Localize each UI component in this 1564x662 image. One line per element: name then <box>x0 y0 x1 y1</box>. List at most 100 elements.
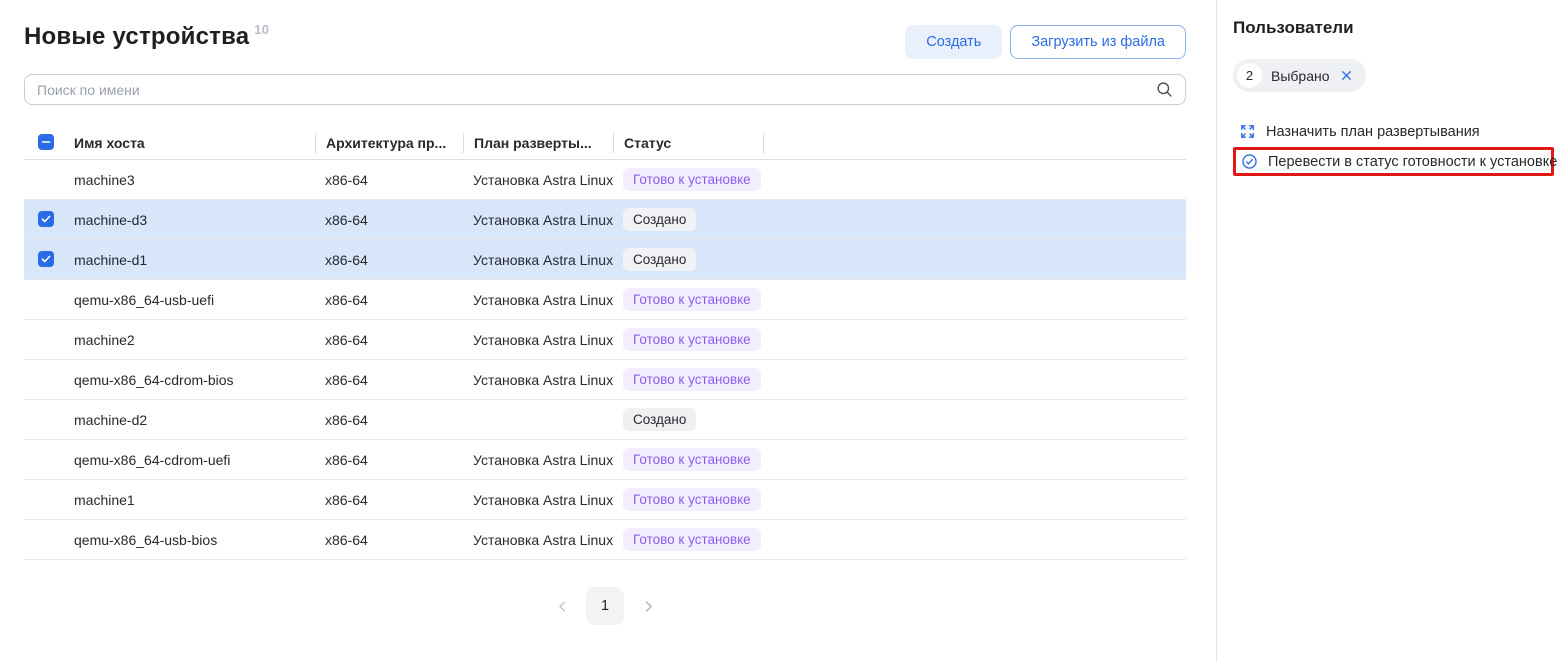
host-name-cell: qemu-x86_64-usb-bios <box>64 532 315 548</box>
page-title-text: Новые устройства <box>24 23 249 50</box>
column-header-host[interactable]: Имя хоста <box>64 135 315 151</box>
devices-table: Имя хоста Архитектура пр... План разверт… <box>24 126 1186 560</box>
host-name-cell: qemu-x86_64-cdrom-bios <box>64 372 315 388</box>
search-input[interactable] <box>24 74 1186 105</box>
host-name-cell: machine-d3 <box>64 212 315 228</box>
status-badge: Готово к установке <box>623 448 761 471</box>
deployment-plan-cell: Установка Astra Linux <box>463 212 613 228</box>
search-icon[interactable] <box>1155 80 1174 99</box>
selection-chip: 2 Выбрано <box>1233 59 1366 92</box>
status-cell: Готово к установке <box>613 368 763 391</box>
select-all-checkbox[interactable] <box>38 134 54 150</box>
page-number-button[interactable]: 1 <box>586 587 624 625</box>
actions-list: Назначить план развертывания Перевести в… <box>1233 118 1552 176</box>
create-button[interactable]: Создать <box>905 25 1002 59</box>
deployment-plan-cell: Установка Astra Linux <box>463 372 613 388</box>
host-name-cell: qemu-x86_64-cdrom-uefi <box>64 452 315 468</box>
check-circle-icon <box>1241 153 1258 170</box>
sidebar-action-label: Перевести в статус готовности к установк… <box>1268 154 1557 170</box>
column-header-status[interactable]: Статус <box>613 133 763 153</box>
column-header-filler <box>763 133 1186 153</box>
column-header-architecture[interactable]: Архитектура пр... <box>315 133 463 153</box>
deployment-plan-cell: Установка Astra Linux <box>463 492 613 508</box>
clear-selection-icon[interactable] <box>1339 68 1354 83</box>
deployment-plan-cell: Установка Astra Linux <box>463 452 613 468</box>
row-checkbox[interactable] <box>38 251 54 267</box>
status-badge: Готово к установке <box>623 288 761 311</box>
table-row[interactable]: qemu-x86_64-cdrom-bios x86-64 Установка … <box>24 360 1186 400</box>
upload-from-file-button[interactable]: Загрузить из файла <box>1010 25 1186 59</box>
architecture-cell: x86-64 <box>315 252 463 268</box>
status-cell: Создано <box>613 408 763 431</box>
architecture-cell: x86-64 <box>315 172 463 188</box>
row-checkbox-cell <box>24 411 64 428</box>
table-row[interactable]: machine2 x86-64 Установка Astra Linux Го… <box>24 320 1186 360</box>
architecture-cell: x86-64 <box>315 372 463 388</box>
selection-label: Выбрано <box>1271 68 1330 84</box>
main-content: Новые устройства 10 Создать Загрузить из … <box>0 0 1217 662</box>
row-checkbox-cell <box>24 451 64 468</box>
table-header: Имя хоста Архитектура пр... План разверт… <box>24 126 1186 160</box>
row-checkbox[interactable] <box>38 211 54 227</box>
search-bar <box>24 74 1186 105</box>
status-cell: Готово к установке <box>613 328 763 351</box>
app-window: Новые устройства 10 Создать Загрузить из … <box>0 0 1564 662</box>
deployment-plan-cell: Установка Astra Linux <box>463 172 613 188</box>
architecture-cell: x86-64 <box>315 492 463 508</box>
sidebar-action[interactable]: Перевести в статус готовности к установк… <box>1233 147 1554 176</box>
architecture-cell: x86-64 <box>315 452 463 468</box>
sidebar-action-label: Назначить план развертывания <box>1266 124 1480 140</box>
deployment-plan-cell: Установка Astra Linux <box>463 252 613 268</box>
table-row[interactable]: machine-d3 x86-64 Установка Astra Linux … <box>24 200 1186 240</box>
table-row[interactable]: qemu-x86_64-cdrom-uefi x86-64 Установка … <box>24 440 1186 480</box>
row-checkbox-cell <box>24 531 64 548</box>
status-cell: Готово к установке <box>613 288 763 311</box>
row-checkbox-cell <box>24 331 64 348</box>
sidebar-title: Пользователи <box>1233 18 1552 38</box>
architecture-cell: x86-64 <box>315 212 463 228</box>
table-row[interactable]: machine-d1 x86-64 Установка Astra Linux … <box>24 240 1186 280</box>
row-checkbox-cell <box>24 211 64 228</box>
table-row[interactable]: qemu-x86_64-usb-bios x86-64 Установка As… <box>24 520 1186 560</box>
host-name-cell: qemu-x86_64-usb-uefi <box>64 292 315 308</box>
architecture-cell: x86-64 <box>315 532 463 548</box>
host-name-cell: machine1 <box>64 492 315 508</box>
page-title: Новые устройства 10 <box>24 22 269 51</box>
deployment-plan-cell: Установка Astra Linux <box>463 532 613 548</box>
expand-icon <box>1239 123 1256 140</box>
row-checkbox-cell <box>24 491 64 508</box>
toolbar: Создать Загрузить из файла <box>905 25 1186 59</box>
status-badge: Готово к установке <box>623 368 761 391</box>
status-badge: Готово к установке <box>623 328 761 351</box>
status-badge: Готово к установке <box>623 488 761 511</box>
status-cell: Готово к установке <box>613 528 763 551</box>
row-checkbox-cell <box>24 251 64 268</box>
status-cell: Готово к установке <box>613 168 763 191</box>
column-header-plan[interactable]: План разверты... <box>463 133 613 153</box>
status-badge: Создано <box>623 248 696 271</box>
status-cell: Готово к установке <box>613 488 763 511</box>
status-badge: Создано <box>623 208 696 231</box>
table-row[interactable]: machine1 x86-64 Установка Astra Linux Го… <box>24 480 1186 520</box>
host-name-cell: machine3 <box>64 172 315 188</box>
table-row[interactable]: qemu-x86_64-usb-uefi x86-64 Установка As… <box>24 280 1186 320</box>
architecture-cell: x86-64 <box>315 412 463 428</box>
row-checkbox-cell <box>24 291 64 308</box>
table-row[interactable]: machine3 x86-64 Установка Astra Linux Го… <box>24 160 1186 200</box>
sidebar-action[interactable]: Назначить план развертывания <box>1233 118 1554 145</box>
header-checkbox-cell <box>24 134 64 151</box>
row-checkbox-cell <box>24 171 64 188</box>
pagination: 1 <box>24 587 1186 625</box>
previous-page-button[interactable] <box>554 598 570 614</box>
status-badge: Создано <box>623 408 696 431</box>
status-badge: Готово к установке <box>623 528 761 551</box>
selection-count: 2 <box>1237 63 1262 88</box>
status-cell: Создано <box>613 248 763 271</box>
status-cell: Создано <box>613 208 763 231</box>
deployment-plan-cell: Установка Astra Linux <box>463 332 613 348</box>
architecture-cell: x86-64 <box>315 332 463 348</box>
next-page-button[interactable] <box>640 598 656 614</box>
table-body: machine3 x86-64 Установка Astra Linux Го… <box>24 160 1186 560</box>
device-count-badge: 10 <box>254 22 269 37</box>
table-row[interactable]: machine-d2 x86-64 Создано <box>24 400 1186 440</box>
